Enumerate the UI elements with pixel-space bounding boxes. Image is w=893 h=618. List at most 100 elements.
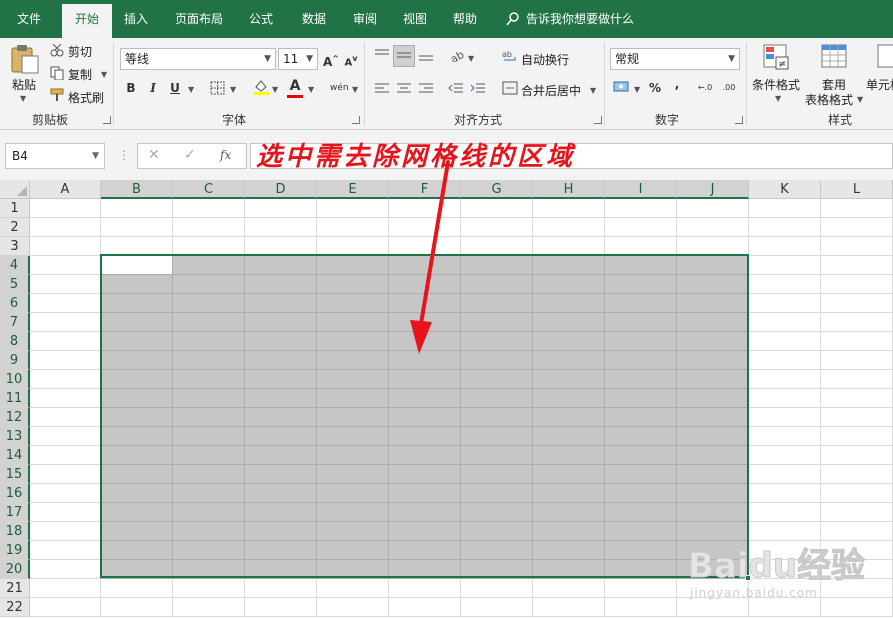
tab-view[interactable]: 视图 [392,0,438,38]
cell[interactable] [389,275,461,294]
cell[interactable] [30,598,101,617]
cell[interactable] [821,370,893,389]
cell[interactable] [461,579,533,598]
column-header-c[interactable]: C [173,180,245,199]
decrease-font-size-icon[interactable]: Av [342,49,360,69]
cell[interactable] [30,541,101,560]
cell[interactable] [605,332,677,351]
cell[interactable] [317,351,389,370]
formula-bar-grip-icon[interactable]: ⋮ [118,148,130,162]
cell[interactable] [605,199,677,218]
row-header-11[interactable]: 11 [0,389,30,408]
row-header-7[interactable]: 7 [0,313,30,332]
cell[interactable] [749,370,821,389]
cell[interactable] [533,351,605,370]
cell[interactable] [101,598,173,617]
cell[interactable] [101,199,173,218]
cell[interactable] [677,199,749,218]
cell[interactable] [173,218,245,237]
cell[interactable] [677,408,749,427]
cell[interactable] [101,427,173,446]
cell[interactable] [749,256,821,275]
cell[interactable] [533,237,605,256]
cell[interactable] [389,598,461,617]
cell-styles-button[interactable]: 单元格 [866,76,893,93]
cell[interactable] [101,579,173,598]
cell[interactable] [245,237,317,256]
cell[interactable] [317,541,389,560]
paste-dropdown-caret[interactable]: ▼ [20,94,26,103]
cell[interactable] [173,579,245,598]
cell[interactable] [461,199,533,218]
phonetic-icon[interactable]: wén [330,78,349,98]
cell[interactable] [533,484,605,503]
accounting-dropdown-caret[interactable]: ▼ [634,85,640,94]
cell[interactable] [749,389,821,408]
cell[interactable] [173,465,245,484]
format-painter-button[interactable]: 格式刷 [68,89,104,106]
cell[interactable] [677,465,749,484]
orientation-icon[interactable]: ab [450,48,466,62]
cell[interactable] [821,427,893,446]
cell[interactable] [173,275,245,294]
phonetic-dropdown-caret[interactable]: ▼ [352,85,358,94]
cell[interactable] [461,484,533,503]
name-box[interactable]: B4 ▼ [5,143,105,169]
cell[interactable] [389,370,461,389]
bold-button[interactable]: B [122,78,140,98]
cell[interactable] [173,256,245,275]
cell[interactable] [173,541,245,560]
cell[interactable] [389,199,461,218]
cell[interactable] [245,427,317,446]
cell[interactable] [677,427,749,446]
cell[interactable] [533,427,605,446]
cell[interactable] [821,446,893,465]
cell[interactable] [461,218,533,237]
wrap-text-button[interactable]: 自动换行 [521,51,569,68]
cell[interactable] [173,446,245,465]
cell[interactable] [389,332,461,351]
cell[interactable] [245,484,317,503]
cell[interactable] [677,256,749,275]
cell[interactable] [605,579,677,598]
cell[interactable] [173,484,245,503]
cell[interactable] [30,237,101,256]
cell[interactable] [317,199,389,218]
cell[interactable] [30,408,101,427]
cell[interactable] [533,256,605,275]
cell[interactable] [677,332,749,351]
cell[interactable] [101,560,173,579]
cell[interactable] [101,351,173,370]
cell[interactable] [605,218,677,237]
column-header-b[interactable]: B [101,180,173,199]
cell[interactable] [749,351,821,370]
cell[interactable] [461,389,533,408]
borders-dropdown-caret[interactable]: ▼ [230,85,236,94]
cell[interactable] [821,484,893,503]
column-header-d[interactable]: D [245,180,317,199]
cell[interactable] [605,465,677,484]
cell[interactable] [533,408,605,427]
row-header-14[interactable]: 14 [0,446,30,465]
cell[interactable] [533,313,605,332]
cell[interactable] [605,389,677,408]
align-center-icon[interactable] [396,82,412,94]
cell[interactable] [30,294,101,313]
tab-insert[interactable]: 插入 [114,0,158,38]
cell[interactable] [317,294,389,313]
cell[interactable] [821,275,893,294]
cell[interactable] [389,465,461,484]
merge-center-button[interactable]: 合并后居中 [521,82,581,99]
cell[interactable] [317,275,389,294]
cell[interactable] [533,522,605,541]
cell[interactable] [461,541,533,560]
cell[interactable] [317,522,389,541]
cell[interactable] [749,503,821,522]
cell[interactable] [317,256,389,275]
row-header-4[interactable]: 4 [0,256,30,275]
tell-me-search[interactable]: 告诉我你想要做什么 [506,0,634,38]
cell[interactable] [389,294,461,313]
cell[interactable] [389,389,461,408]
cell[interactable] [605,294,677,313]
cell[interactable] [389,218,461,237]
